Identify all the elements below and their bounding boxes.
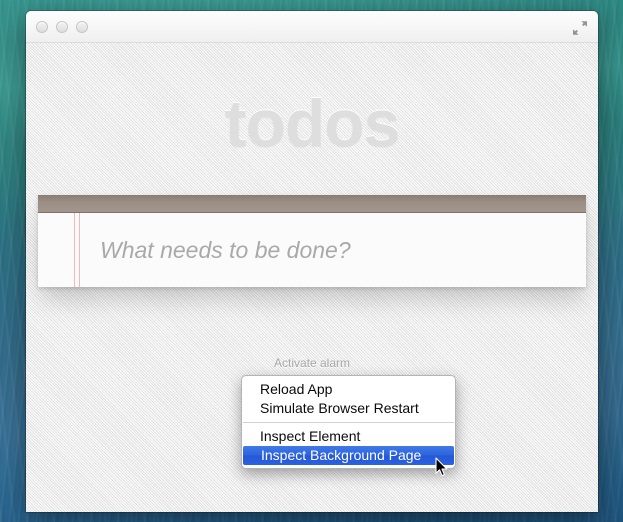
close-button[interactable]	[36, 21, 48, 33]
menu-separator	[243, 422, 454, 423]
menu-item-reload-app[interactable]: Reload App	[242, 380, 455, 399]
todo-card-header-bar	[38, 195, 586, 213]
activate-alarm-label[interactable]: Activate alarm	[26, 356, 598, 370]
zoom-button[interactable]	[76, 21, 88, 33]
context-menu[interactable]: Reload App Simulate Browser Restart Insp…	[241, 375, 456, 469]
margin-rule-line-right	[79, 213, 80, 287]
window-titlebar[interactable]	[26, 11, 598, 43]
menu-item-inspect-background-page[interactable]: Inspect Background Page	[243, 446, 454, 465]
new-todo-input[interactable]	[100, 213, 574, 287]
menu-item-simulate-browser-restart[interactable]: Simulate Browser Restart	[242, 399, 455, 418]
margin-rule-line-left	[74, 213, 75, 287]
page-title: todos	[26, 43, 598, 156]
desktop-background: todos Activate alarm Reload App Simulate…	[0, 0, 623, 522]
app-window: todos Activate alarm Reload App Simulate…	[26, 11, 598, 512]
menu-item-inspect-element[interactable]: Inspect Element	[242, 427, 455, 446]
new-todo-card	[38, 195, 586, 287]
window-controls	[36, 21, 88, 33]
window-content: todos Activate alarm Reload App Simulate…	[26, 43, 598, 512]
minimize-button[interactable]	[56, 21, 68, 33]
expand-arrows-icon[interactable]	[571, 19, 589, 37]
new-todo-row	[38, 213, 586, 287]
